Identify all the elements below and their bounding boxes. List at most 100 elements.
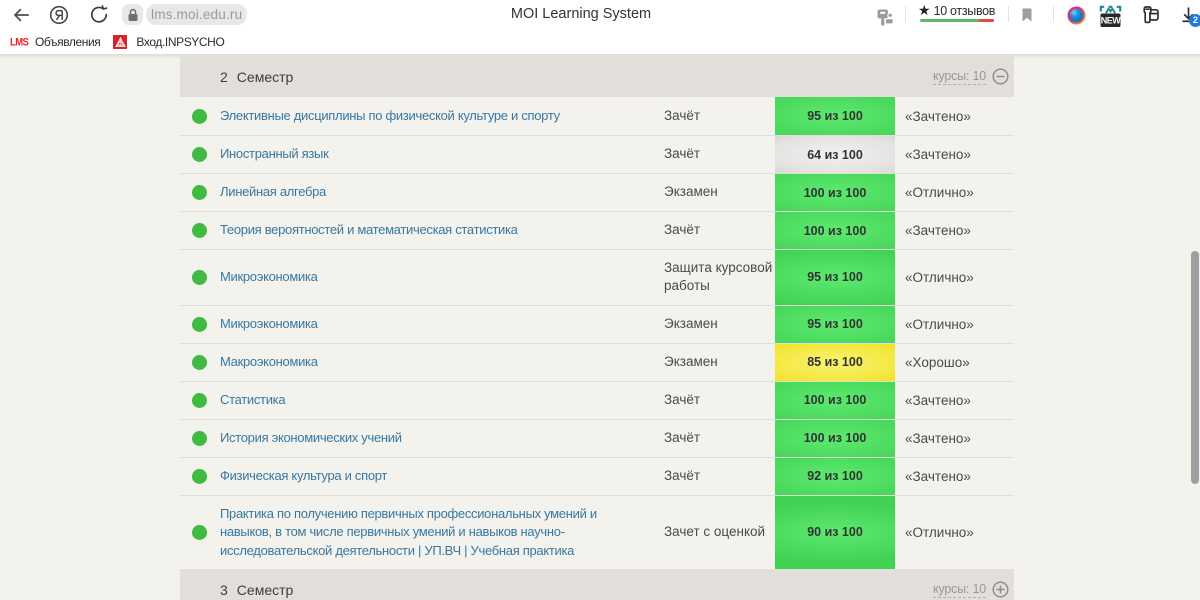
exam-type: Зачёт xyxy=(664,146,701,162)
bookmark-inpsycho[interactable]: Вход.INPSYCHO xyxy=(100,30,225,54)
course-link[interactable]: Линейная алгебра xyxy=(220,183,326,201)
course-link[interactable]: Элективные дисциплины по физической куль… xyxy=(220,107,560,125)
lens-extension-icon xyxy=(1067,6,1085,24)
toolbar-separator xyxy=(1008,6,1009,22)
bookmark-label: Вход.INPSYCHO xyxy=(136,35,225,49)
refresh-button[interactable] xyxy=(89,0,109,30)
lms-favicon: LMS xyxy=(10,35,29,49)
semester-number: 2 xyxy=(220,68,228,85)
score-cell: 100 из 100 xyxy=(775,174,895,211)
course-link[interactable]: Физическая культура и спорт xyxy=(220,467,387,485)
star-icon: ★ xyxy=(918,2,931,18)
status-dot-cell xyxy=(180,344,207,381)
toolbar-separator xyxy=(1053,6,1054,22)
exam-type: Зачёт xyxy=(664,107,701,123)
expand-icon[interactable] xyxy=(992,581,1009,598)
grade-cell: «Зачтено» xyxy=(905,136,1014,173)
grade-cell: «Отлично» xyxy=(905,250,1014,305)
password-manager-button[interactable] xyxy=(874,0,896,30)
address-bar[interactable]: lms.moi.edu.ru xyxy=(146,4,247,25)
yandex-button[interactable] xyxy=(49,0,69,30)
score-cell: 100 из 100 xyxy=(775,381,895,419)
exam-type-cell: Зачёт xyxy=(664,136,775,173)
course-link[interactable]: История экономических учений xyxy=(220,429,402,447)
new-extension-icon: NEW xyxy=(1099,5,1122,27)
score-cell: 92 из 100 xyxy=(775,457,895,495)
status-dot-cell xyxy=(180,306,207,343)
course-link[interactable]: Иностранный язык xyxy=(220,145,329,163)
refresh-icon xyxy=(90,5,108,23)
score-value: 100 из 100 xyxy=(803,185,867,200)
lock-icon xyxy=(128,8,137,21)
course-row: Практика по получению первичных професси… xyxy=(180,494,1014,570)
bookmark-label: Объявления xyxy=(35,35,101,49)
status-dot-cell xyxy=(180,212,207,249)
exam-type: Защита курсовой работы xyxy=(664,260,773,294)
semester-label: Семестр xyxy=(236,68,294,85)
status-dot-cell xyxy=(180,250,207,305)
exam-type: Экзамен xyxy=(664,184,718,200)
score-value: 100 из 100 xyxy=(803,393,867,408)
grade-value: «Отлично» xyxy=(905,316,974,332)
grade-value: «Зачтено» xyxy=(905,392,971,408)
reviews-widget[interactable]: ★ 10 отзывов xyxy=(918,0,995,30)
bookmark-flag-button[interactable] xyxy=(1019,0,1035,30)
extension-collections-button[interactable] xyxy=(1141,5,1159,24)
extension-new-button[interactable]: NEW xyxy=(1099,5,1122,27)
status-dot-icon xyxy=(192,223,207,238)
status-dot-cell xyxy=(180,382,207,419)
course-row: Элективные дисциплины по физической куль… xyxy=(180,97,1014,135)
course-row: Иностранный язык Зачёт 64 из 100 «Зачтено» xyxy=(180,135,1014,173)
course-row: Теория вероятностей и математическая ста… xyxy=(180,211,1014,249)
scrollbar-thumb[interactable] xyxy=(1191,251,1199,484)
semester-label: Семестр xyxy=(236,581,294,598)
course-row: Линейная алгебра Экзамен 100 из 100 «Отличн… xyxy=(180,173,1014,211)
course-rows: Элективные дисциплины по физической куль… xyxy=(180,97,1014,570)
grade-cell: «Зачтено» xyxy=(905,382,1014,419)
score-value: 90 из 100 xyxy=(807,525,863,540)
bookmark-lms[interactable]: LMS Объявления xyxy=(0,30,101,54)
status-dot-icon xyxy=(192,468,207,484)
course-link[interactable]: Статистика xyxy=(220,391,286,409)
status-dot-icon xyxy=(192,316,207,332)
back-button[interactable] xyxy=(11,0,31,30)
course-link[interactable]: Микроэкономика xyxy=(220,268,318,286)
status-dot-icon xyxy=(192,392,207,408)
status-dot-cell xyxy=(180,136,207,173)
extension-lens-button[interactable] xyxy=(1066,0,1086,30)
semester-header-controls: курсы: 10 xyxy=(933,68,1009,85)
course-link[interactable]: Теория вероятностей и математическая ста… xyxy=(220,221,518,239)
score-value: 95 из 100 xyxy=(807,270,863,285)
status-dot-cell xyxy=(180,458,207,495)
score-value: 100 из 100 xyxy=(803,223,867,238)
course-row: Микроэкономика Экзамен 95 из 100 «Отлично» xyxy=(180,304,1014,343)
score-value: 85 из 100 xyxy=(807,355,863,370)
url-text: lms.moi.edu.ru xyxy=(151,7,243,22)
semester-number: 3 xyxy=(220,581,228,598)
course-link[interactable]: Микроэкономика xyxy=(220,315,318,333)
download-count-badge: 2 xyxy=(1189,13,1200,27)
courses-count-link[interactable]: курсы: 10 xyxy=(933,69,986,85)
course-link[interactable]: Практика по получению первичных професси… xyxy=(220,505,620,560)
score-value: 92 из 100 xyxy=(807,469,863,484)
exam-type-cell: Зачёт xyxy=(664,420,775,457)
grade-value: «Зачтено» xyxy=(905,430,971,446)
score-value: 95 из 100 xyxy=(807,317,863,332)
collapse-icon[interactable] xyxy=(992,68,1009,85)
site-security-chip[interactable] xyxy=(122,4,143,25)
course-cell: Практика по получению первичных професси… xyxy=(220,496,620,569)
rating-bar xyxy=(920,19,994,22)
grade-cell: «Хорошо» xyxy=(905,344,1014,381)
score-value: 64 из 100 xyxy=(807,147,863,162)
grade-cell: «Отлично» xyxy=(905,306,1014,343)
grade-value: «Зачтено» xyxy=(905,223,971,238)
exam-type-cell: Экзамен xyxy=(664,174,775,211)
courses-count-link[interactable]: курсы: 10 xyxy=(933,582,986,598)
exam-type: Экзамен xyxy=(664,354,718,370)
status-dot-icon xyxy=(192,269,207,285)
course-link[interactable]: Макроэкономика xyxy=(220,353,318,371)
score-value: 100 из 100 xyxy=(803,431,867,446)
grade-cell: «Зачтено» xyxy=(905,458,1014,495)
course-cell: Статистика xyxy=(220,382,620,419)
course-cell: Микроэкономика xyxy=(220,306,620,343)
